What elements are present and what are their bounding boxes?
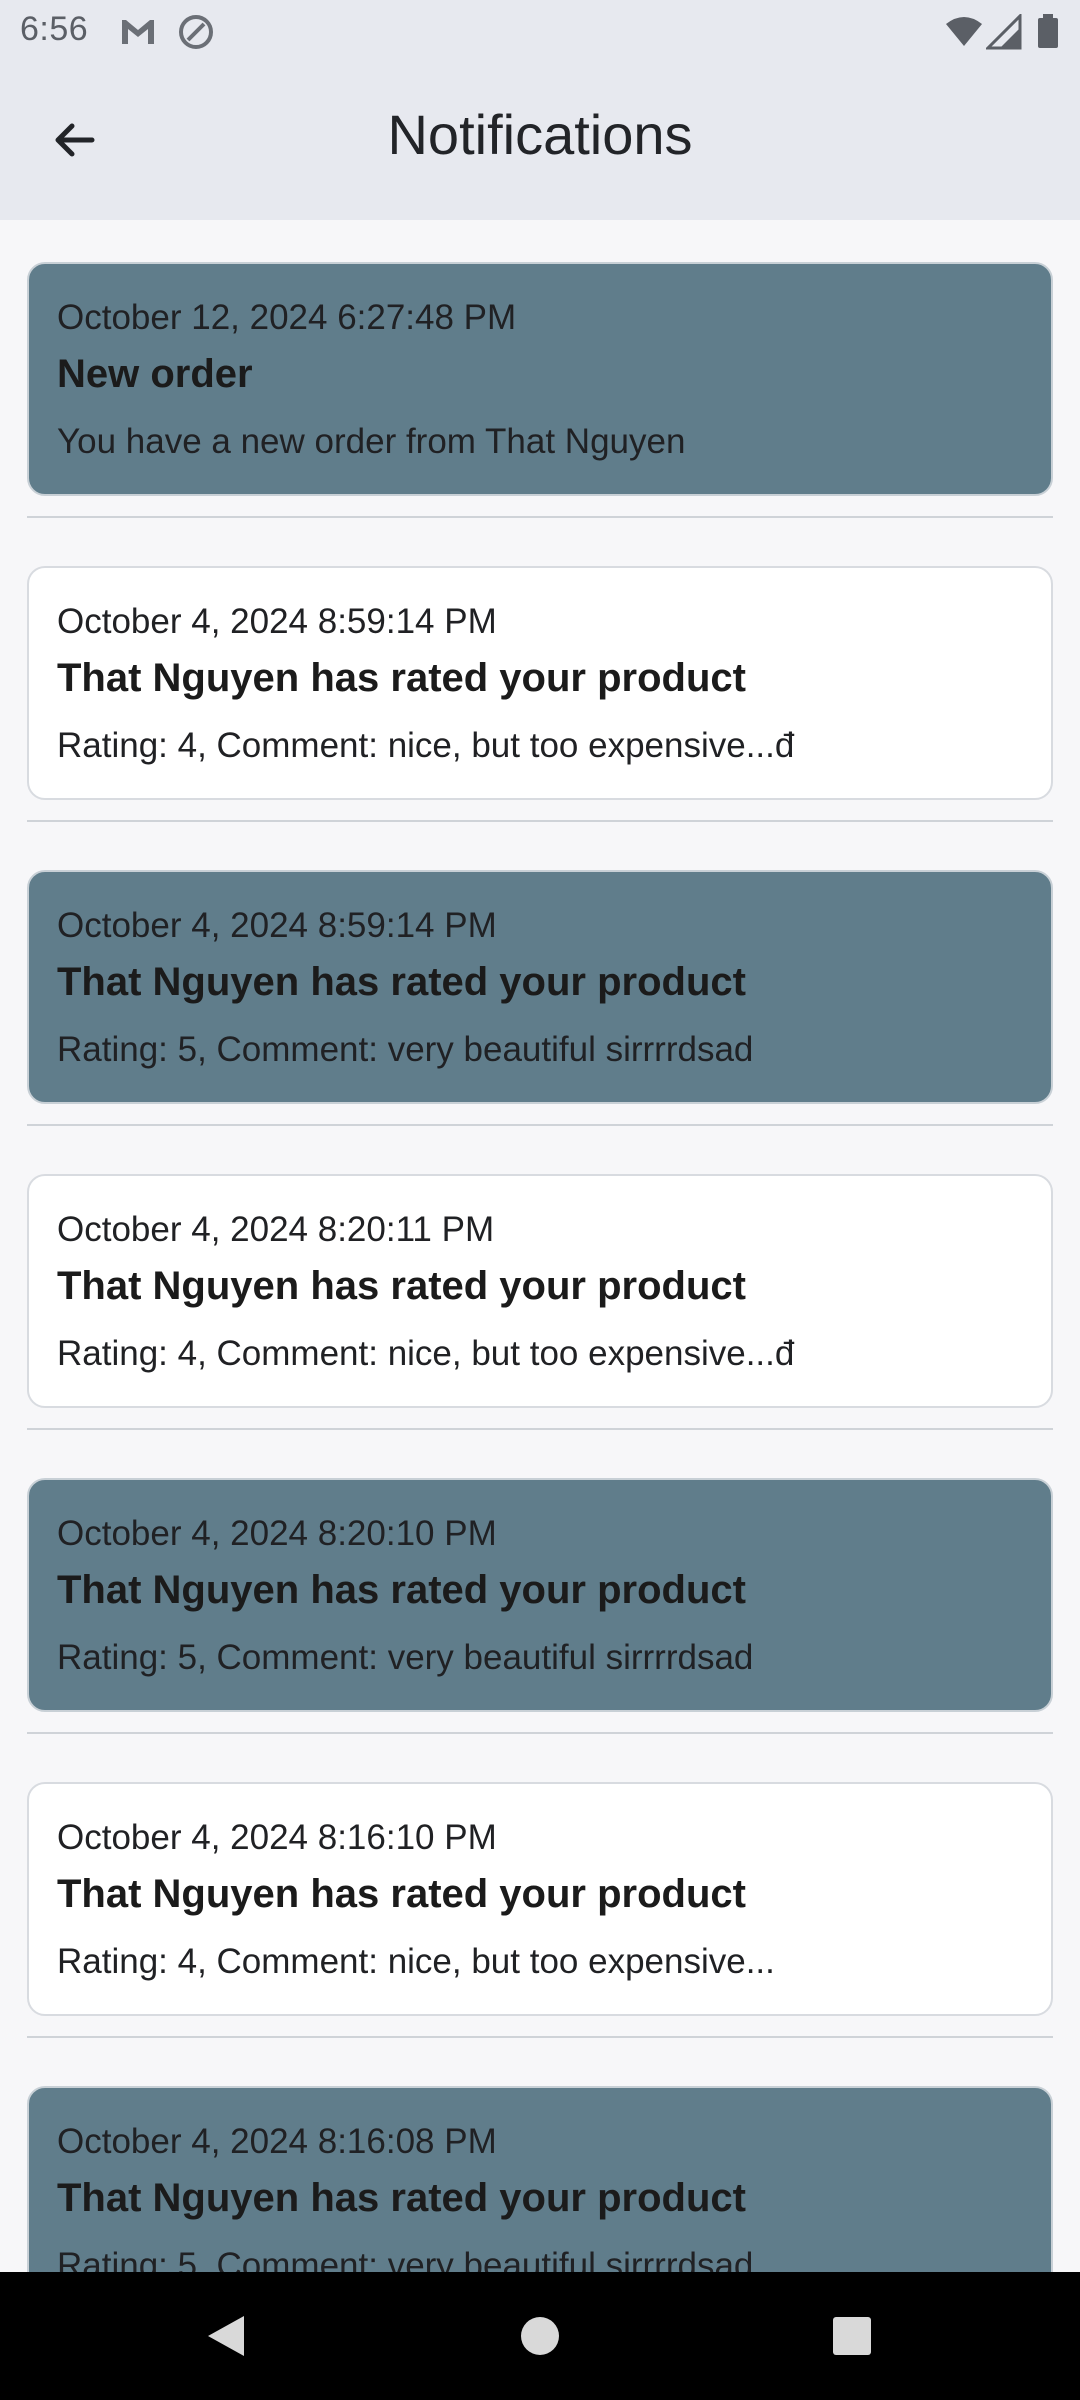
notification-body: Rating: 4, Comment: nice, but too expens…	[57, 726, 795, 765]
notification-item[interactable]: October 4, 2024 8:59:14 PM That Nguyen h…	[27, 870, 1053, 1104]
notification-title: That Nguyen has rated your product	[57, 1872, 746, 1916]
page-title: Notifications	[387, 103, 693, 166]
notification-title: That Nguyen has rated your product	[57, 656, 746, 700]
notification-date: October 4, 2024 8:16:08 PM	[57, 2122, 497, 2161]
notification-item[interactable]: October 12, 2024 6:27:48 PM New order Yo…	[27, 262, 1053, 496]
notification-title: New order	[57, 352, 253, 396]
nav-back-button[interactable]	[196, 2306, 256, 2366]
notification-title: That Nguyen has rated your product	[57, 1568, 746, 1612]
notification-item[interactable]: October 4, 2024 8:20:11 PM That Nguyen h…	[27, 1174, 1053, 1408]
back-triangle-icon	[208, 2316, 244, 2356]
notification-title: That Nguyen has rated your product	[57, 1264, 746, 1308]
notification-date: October 4, 2024 8:20:10 PM	[57, 1514, 497, 1553]
at-sign-icon	[176, 14, 216, 50]
divider	[27, 1732, 1053, 1734]
gmail-icon	[118, 14, 158, 50]
notification-title: That Nguyen has rated your product	[57, 960, 746, 1004]
notification-item[interactable]: October 4, 2024 8:20:10 PM That Nguyen h…	[27, 1478, 1053, 1712]
notification-date: October 4, 2024 8:59:14 PM	[57, 602, 497, 641]
notification-date: October 12, 2024 6:27:48 PM	[57, 298, 517, 337]
recents-square-icon	[833, 2317, 871, 2355]
battery-icon	[1036, 14, 1060, 50]
notification-body: Rating: 5, Comment: very beautiful sirrr…	[57, 1638, 754, 1677]
wifi-icon	[944, 14, 984, 50]
notification-body: Rating: 4, Comment: nice, but too expens…	[57, 1942, 775, 1981]
notification-title: That Nguyen has rated your product	[57, 2176, 746, 2220]
status-time: 6:56	[20, 10, 89, 48]
home-circle-icon	[521, 2317, 559, 2355]
notification-list[interactable]: October 12, 2024 6:27:48 PM New order Yo…	[0, 220, 1080, 2272]
notification-body: Rating: 4, Comment: nice, but too expens…	[57, 1334, 795, 1373]
notification-body: Rating: 5, Comment: very beautiful sirrr…	[57, 2246, 754, 2272]
notification-date: October 4, 2024 8:20:11 PM	[57, 1210, 495, 1249]
divider	[27, 820, 1053, 822]
notification-body: You have a new order from That Nguyen	[57, 422, 686, 461]
notification-item[interactable]: October 4, 2024 8:59:14 PM That Nguyen h…	[27, 566, 1053, 800]
divider	[27, 1124, 1053, 1126]
divider	[27, 1428, 1053, 1430]
nav-recents-button[interactable]	[822, 2306, 882, 2366]
nav-home-button[interactable]	[510, 2306, 570, 2366]
status-bar: 6:56	[0, 0, 1080, 64]
divider	[27, 2036, 1053, 2038]
signal-icon	[984, 12, 1022, 50]
notification-date: October 4, 2024 8:16:10 PM	[57, 1818, 497, 1857]
navigation-bar	[0, 2272, 1080, 2400]
notification-item[interactable]: October 4, 2024 8:16:08 PM That Nguyen h…	[27, 2086, 1053, 2272]
notification-date: October 4, 2024 8:59:14 PM	[57, 906, 497, 945]
divider	[27, 516, 1053, 518]
app-bar: Notifications	[0, 64, 1080, 220]
notification-item[interactable]: October 4, 2024 8:16:10 PM That Nguyen h…	[27, 1782, 1053, 2016]
notification-body: Rating: 5, Comment: very beautiful sirrr…	[57, 1030, 754, 1069]
